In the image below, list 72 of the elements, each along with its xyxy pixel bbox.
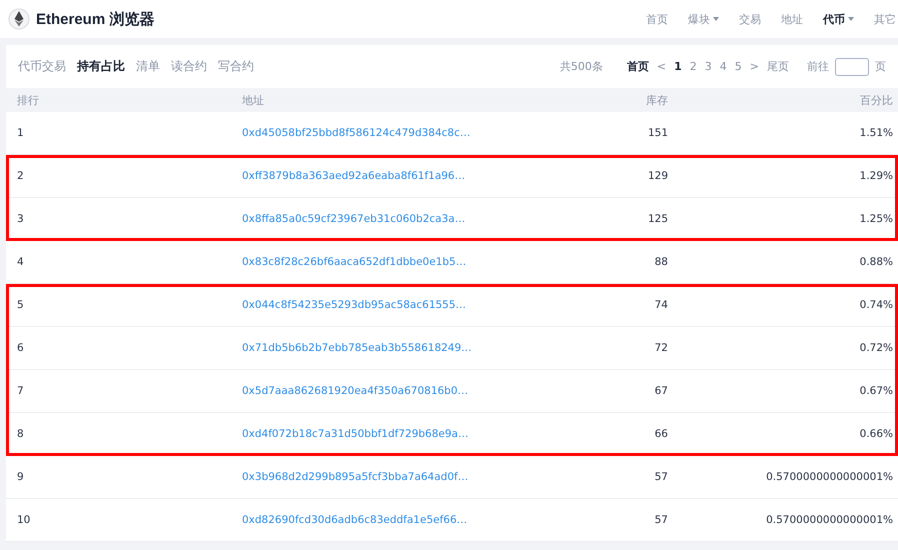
tab[interactable]: 代币交易 — [18, 58, 66, 75]
amount-cell-text: 125 — [646, 213, 668, 225]
address-link[interactable]: 0xd82690fcd30d6adb6c83eddfa1e5ef66… — [242, 514, 468, 526]
address-link[interactable]: 0xd45058bf25bbd8f586124c479d384c8c… — [242, 127, 470, 139]
nav-link[interactable]: 首页 — [646, 12, 668, 26]
caret-icon — [713, 17, 719, 21]
amount-cell-text: 74 — [654, 299, 668, 311]
amount-cell-text: 57 — [654, 514, 668, 526]
amount-cell-text: 66 — [654, 428, 668, 440]
column-header: 地址 — [242, 92, 265, 108]
column-header: 排行 — [17, 92, 40, 108]
address-link[interactable]: 0x83c8f28c26bf6aaca652df1dbbe0e1b5… — [242, 256, 466, 268]
page-link[interactable]: 1 — [674, 60, 682, 73]
rank-cell-text: 7 — [17, 385, 25, 397]
nav-link[interactable]: 代币 — [823, 12, 854, 26]
nav-link[interactable]: 爆块 — [688, 12, 719, 26]
percent-cell-text: 0.5700000000000001% — [765, 471, 893, 483]
nav-link[interactable]: 其它 — [874, 12, 896, 26]
amount-cell-text: 129 — [646, 170, 668, 182]
address-link[interactable]: 0x044c8f54235e5293db95ac58ac61555… — [242, 299, 466, 311]
tab[interactable]: 读合约 — [171, 58, 207, 75]
address-link[interactable]: 0x5d7aaa862681920ea4f350a670816b0… — [242, 385, 468, 397]
site-title: Ethereum 浏览器 — [36, 10, 154, 28]
rank-cell-text: 8 — [17, 428, 25, 440]
first-page-link[interactable]: 首页 — [626, 59, 649, 74]
page-input[interactable] — [835, 58, 869, 76]
tab[interactable]: 写合约 — [218, 58, 254, 75]
column-header: 百分比 — [859, 92, 893, 108]
percent-cell-text: 0.74% — [858, 299, 893, 311]
percent-cell-text: 1.29% — [858, 170, 893, 182]
address-link[interactable]: 0x71db5b6b2b7ebb785eab3b558618249… — [242, 342, 472, 354]
total-count: 共500条 — [560, 59, 603, 74]
rank-cell-text: 5 — [17, 299, 25, 311]
caret-icon — [848, 17, 854, 21]
rank-cell-text: 3 — [17, 213, 25, 225]
rank-cell-text: 10 — [17, 514, 32, 526]
ethereum-logo — [8, 8, 30, 30]
rank-cell-text: 6 — [17, 342, 25, 354]
tab[interactable]: 持有占比 — [77, 58, 125, 75]
rank-cell-text: 1 — [17, 127, 25, 139]
address-link[interactable]: 0x3b968d2d299b895a5fcf3bba7a64ad0f… — [242, 471, 468, 483]
percent-cell-text: 0.72% — [858, 342, 893, 354]
next-page-link[interactable]: > — [750, 60, 759, 73]
nav-link[interactable]: 地址 — [781, 12, 803, 26]
amount-cell-text: 151 — [646, 127, 668, 139]
address-link[interactable]: 0x8ffa85a0c59cf23967eb31c060b2ca3a… — [242, 213, 466, 225]
goto-label: 前往 — [807, 59, 829, 74]
page-link[interactable]: 5 — [734, 60, 742, 73]
rank-cell-text: 2 — [17, 170, 25, 182]
percent-cell-text: 0.88% — [858, 256, 893, 268]
percent-cell-text: 0.67% — [858, 385, 893, 397]
page-link[interactable]: 4 — [720, 60, 727, 73]
percent-cell-text: 0.5700000000000001% — [765, 514, 893, 526]
address-link[interactable]: 0xff3879b8a363aed92a6eaba8f61f1a96… — [242, 170, 466, 182]
page-link[interactable]: 3 — [704, 60, 712, 73]
address-link[interactable]: 0xd4f072b18c7a31d50bbf1df729b68e9a… — [242, 428, 468, 440]
percent-cell-text: 0.66% — [858, 428, 893, 440]
percent-cell-text: 1.25% — [858, 213, 893, 225]
percent-cell-text: 1.51% — [858, 127, 893, 139]
amount-cell-text: 88 — [654, 256, 668, 268]
rank-cell-text: 4 — [17, 256, 25, 268]
page-label: 页 — [875, 59, 886, 74]
prev-page-link[interactable]: < — [656, 60, 666, 73]
amount-cell-text: 67 — [654, 385, 668, 397]
rank-cell-text: 9 — [17, 471, 25, 483]
amount-cell-text: 72 — [654, 342, 668, 354]
page-link[interactable]: 2 — [690, 60, 697, 73]
amount-cell-text: 57 — [654, 471, 668, 483]
tab[interactable]: 清单 — [136, 58, 160, 75]
column-header: 库存 — [645, 92, 668, 108]
last-page-link[interactable]: 尾页 — [767, 59, 789, 74]
nav-link[interactable]: 交易 — [739, 12, 761, 26]
